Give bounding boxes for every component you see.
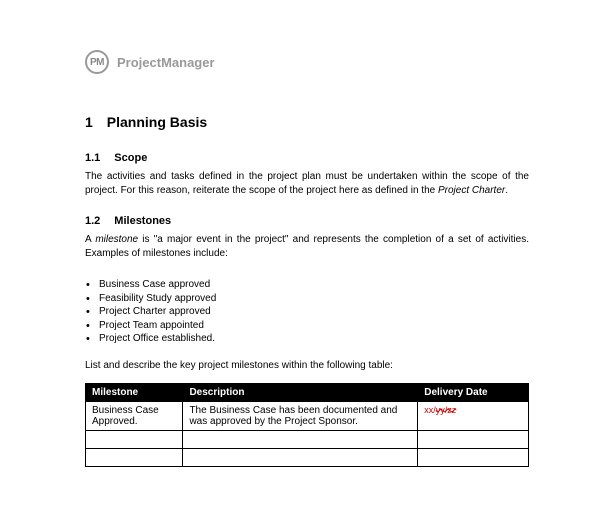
heading-1: 1 Planning Basis: [85, 114, 529, 130]
heading-scope-title: Scope: [114, 152, 147, 164]
list-item: Business Case approved: [85, 278, 529, 292]
logo-text: PM: [90, 57, 104, 68]
milestones-bullet-list: Business Case approved Feasibility Study…: [85, 278, 529, 346]
milestones-table: Milestone Description Delivery Date Busi…: [85, 383, 529, 467]
cell-milestone: [86, 430, 183, 448]
heading-1-number: 1: [85, 114, 93, 130]
date-pre: xx/: [424, 405, 436, 415]
cell-description: The Business Case has been documented an…: [183, 401, 418, 430]
brand-header: PM ProjectManager: [85, 50, 529, 74]
list-item: Project Charter approved: [85, 305, 529, 319]
th-description: Description: [183, 383, 418, 401]
heading-1-title: Planning Basis: [107, 114, 207, 130]
th-delivery: Delivery Date: [418, 383, 529, 401]
pm-logo-icon: PM: [85, 50, 109, 74]
cell-delivery-date: [418, 448, 529, 466]
table-row: [86, 448, 529, 466]
heading-scope: 1.1 Scope: [85, 152, 529, 164]
table-header-row: Milestone Description Delivery Date: [86, 383, 529, 401]
table-row: Business Case Approved. The Business Cas…: [86, 401, 529, 430]
cell-delivery-date: xx/yy/zz: [418, 401, 529, 430]
scope-paragraph: The activities and tasks defined in the …: [85, 170, 529, 197]
scope-text-post: .: [505, 185, 508, 196]
heading-milestones: 1.2 Milestones: [85, 215, 529, 227]
scope-text-italic: Project Charter: [438, 185, 505, 196]
th-milestone: Milestone: [86, 383, 183, 401]
table-row: [86, 430, 529, 448]
list-item: Project Office established.: [85, 332, 529, 346]
milestones-intro-pre: A: [85, 234, 95, 245]
list-item: Feasibility Study approved: [85, 292, 529, 306]
table-intro-text: List and describe the key project milest…: [85, 360, 529, 371]
cell-description: [183, 430, 418, 448]
date-strike: yy/zz: [436, 405, 457, 415]
cell-milestone: [86, 448, 183, 466]
heading-scope-number: 1.1: [85, 152, 100, 164]
cell-description: [183, 448, 418, 466]
brand-label: ProjectManager: [117, 55, 215, 70]
heading-milestones-title: Milestones: [114, 215, 171, 227]
cell-delivery-date: [418, 430, 529, 448]
milestones-intro-italic: milestone: [95, 234, 138, 245]
milestones-intro-post: is "a major event in the project" and re…: [85, 234, 529, 259]
heading-milestones-number: 1.2: [85, 215, 100, 227]
milestones-intro: A milestone is "a major event in the pro…: [85, 233, 529, 260]
list-item: Project Team appointed: [85, 319, 529, 333]
cell-milestone: Business Case Approved.: [86, 401, 183, 430]
